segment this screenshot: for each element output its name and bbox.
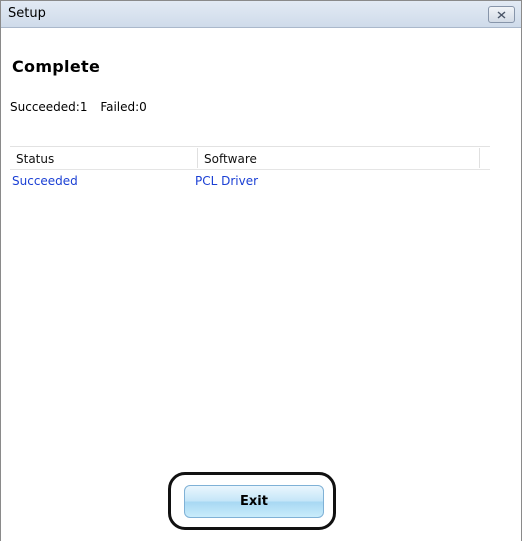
result-summary: Succeeded:1 Failed:0 xyxy=(10,100,147,114)
column-header-software[interactable]: Software xyxy=(204,152,257,166)
failed-count: Failed:0 xyxy=(100,100,147,114)
setup-window: Setup Complete Succeeded:1 Failed:0 Stat… xyxy=(0,0,522,541)
column-divider[interactable] xyxy=(479,148,480,168)
column-divider[interactable] xyxy=(197,148,198,168)
row-software: PCL Driver xyxy=(195,174,259,188)
window-title: Setup xyxy=(8,6,46,21)
succeeded-count: Succeeded:1 xyxy=(10,100,88,114)
results-header: Status Software xyxy=(10,146,490,170)
close-button[interactable] xyxy=(488,6,515,23)
title-bar: Setup xyxy=(1,1,521,28)
row-status: Succeeded xyxy=(12,174,78,188)
page-heading: Complete xyxy=(12,57,101,76)
results-list: Status Software Succeeded PCL Driver xyxy=(10,146,490,190)
close-x-icon xyxy=(497,10,506,19)
exit-button[interactable]: Exit xyxy=(184,485,324,518)
table-row[interactable]: Succeeded PCL Driver xyxy=(10,170,490,190)
column-header-status[interactable]: Status xyxy=(16,152,54,166)
